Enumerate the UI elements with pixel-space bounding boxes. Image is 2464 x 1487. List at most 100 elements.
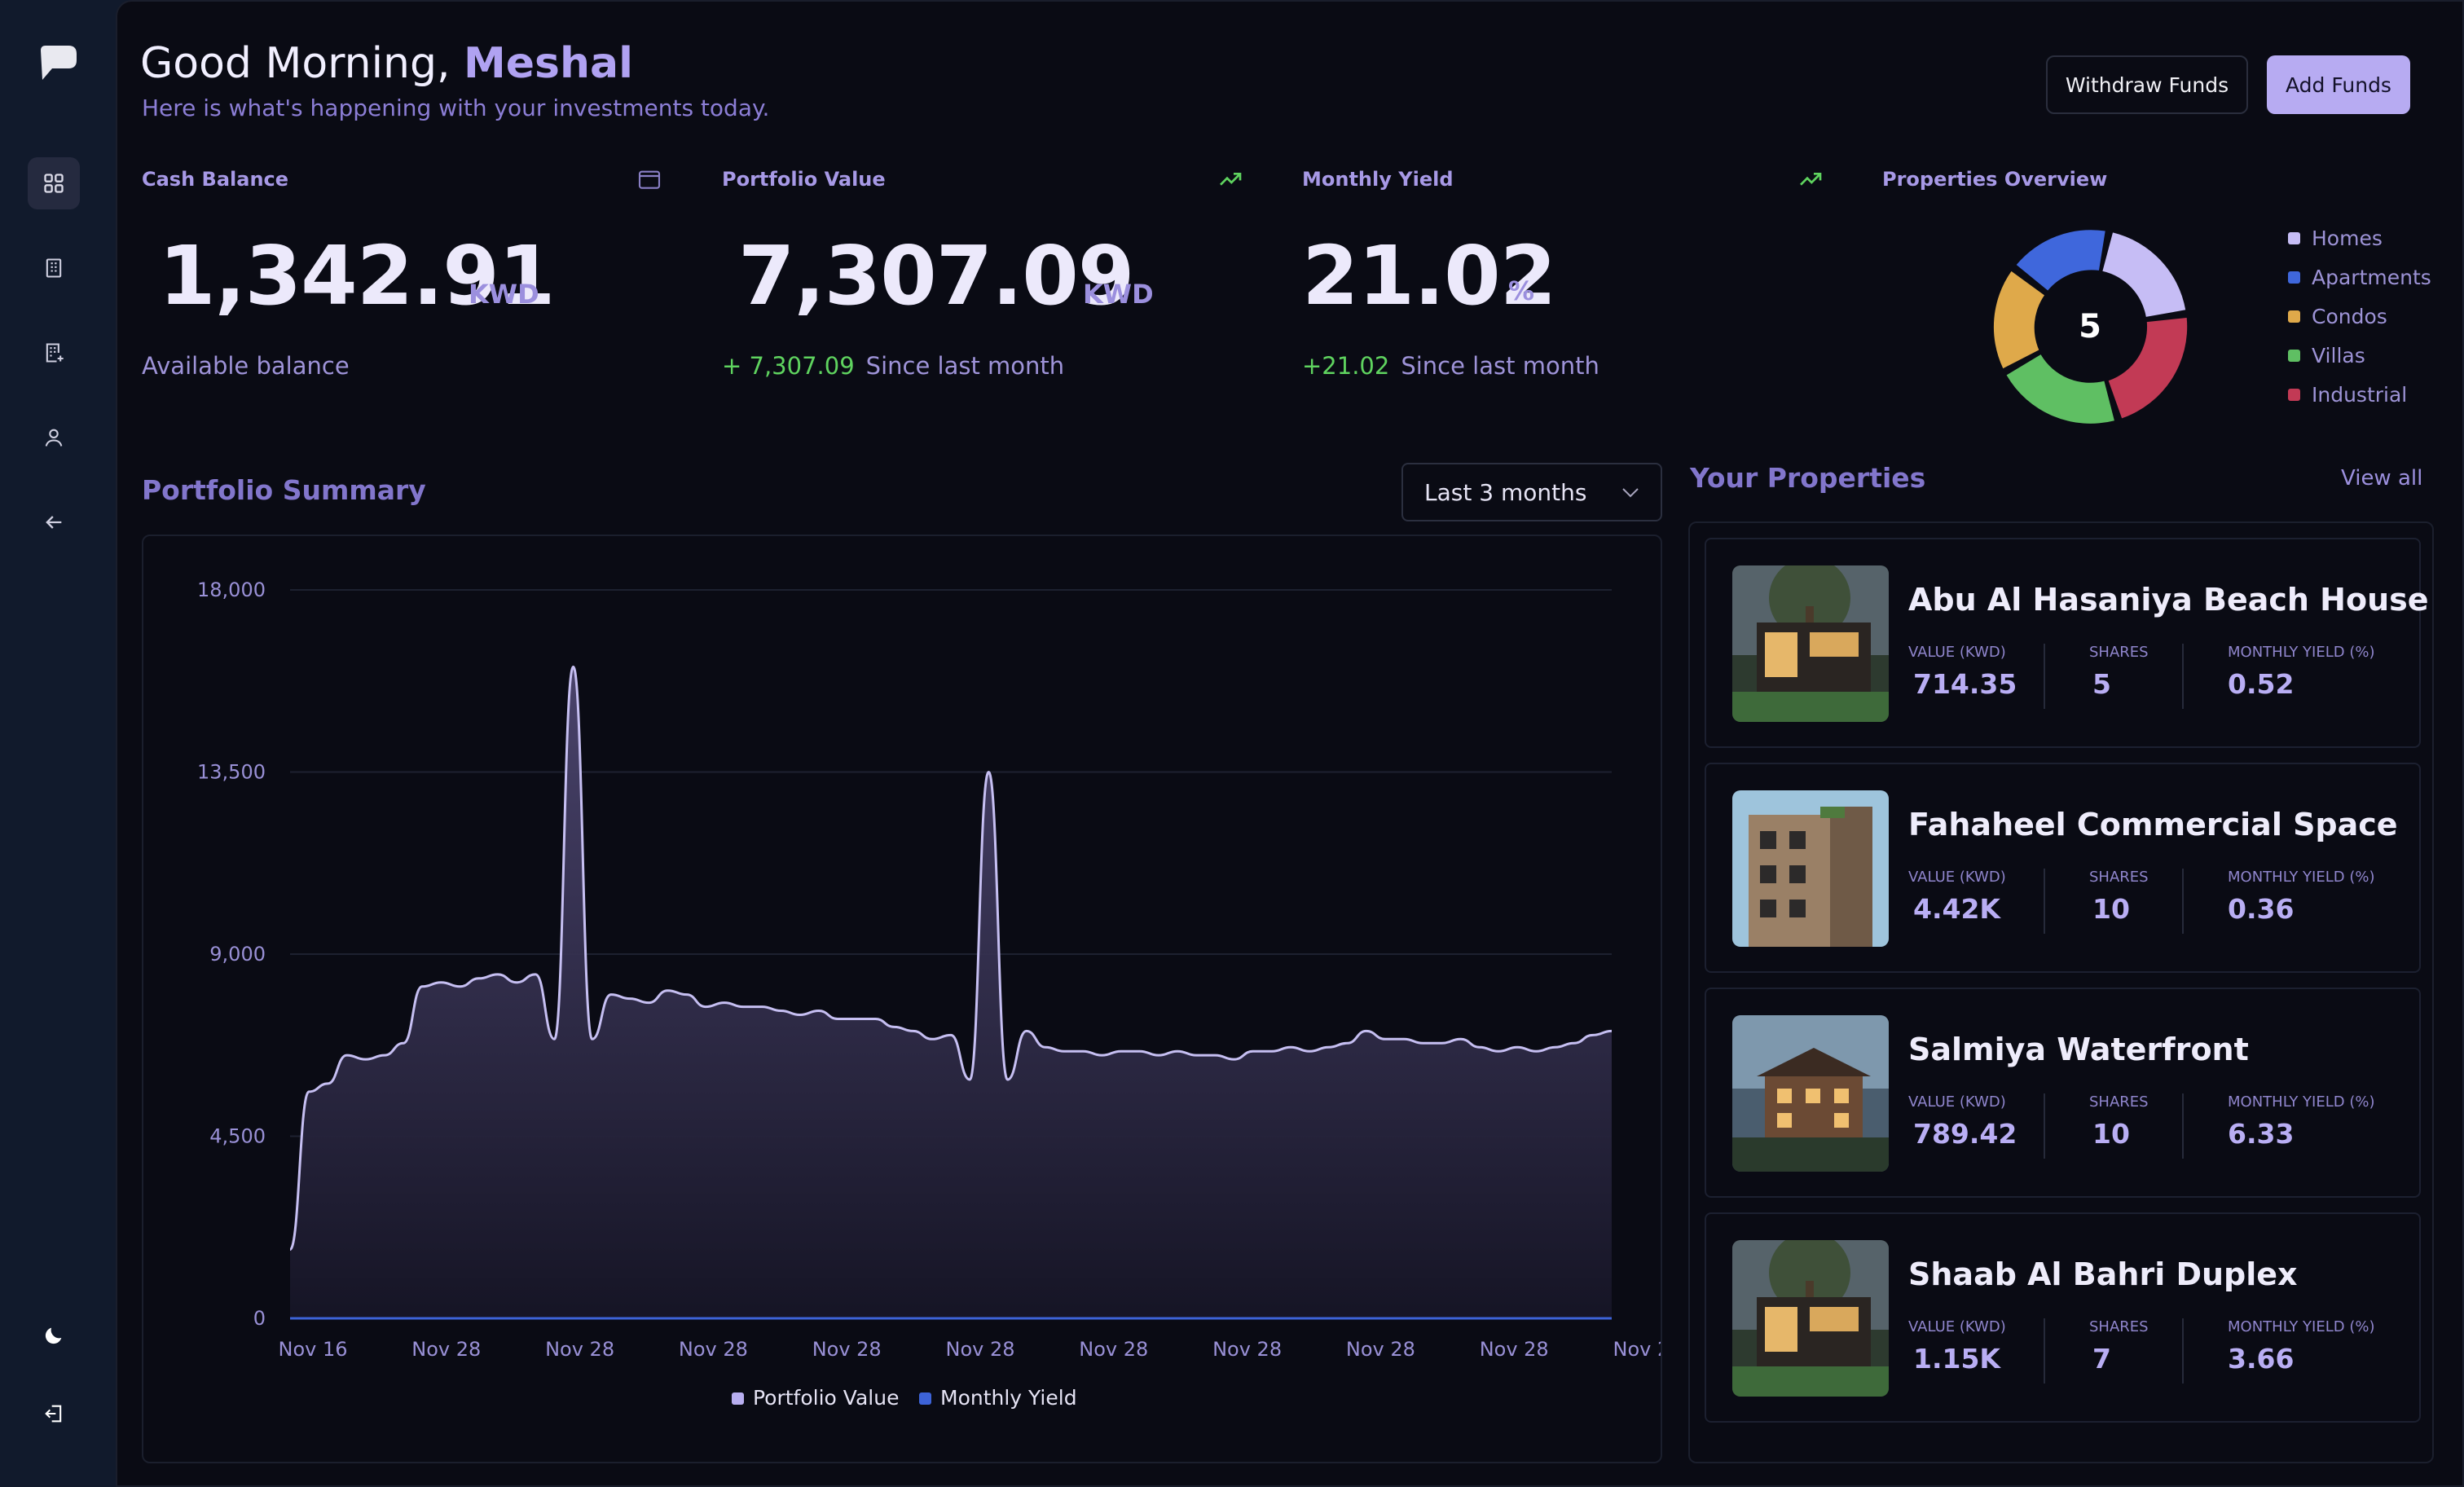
withdraw-funds-button[interactable]: Withdraw Funds xyxy=(2046,55,2248,114)
range-select[interactable]: Last 3 months xyxy=(1401,463,1662,521)
logout-icon xyxy=(45,1405,62,1423)
donut-segment-condos xyxy=(1993,271,2044,369)
divider xyxy=(2182,869,2184,934)
moon-icon xyxy=(45,1327,62,1344)
divider xyxy=(2044,1093,2045,1159)
property-image xyxy=(1732,1015,1889,1172)
nav-profile[interactable] xyxy=(28,411,80,464)
y-tick-label: 18,000 xyxy=(197,579,266,601)
y-tick-label: 0 xyxy=(253,1307,266,1330)
trend-up-icon xyxy=(1220,173,1242,186)
x-tick-label: Nov 28 xyxy=(679,1338,748,1361)
property-name: Salmiya Waterfront xyxy=(1908,1032,2249,1067)
nav-add-property[interactable] xyxy=(28,327,80,379)
property-image xyxy=(1732,1240,1889,1397)
x-tick-label: Nov 16 xyxy=(278,1338,347,1361)
y-tick-label: 4,500 xyxy=(209,1125,266,1148)
property-card[interactable]: Fahaheel Commercial Space VALUE (KWD) 4.42… xyxy=(1705,763,2421,973)
portfolio-value: 7,307.09 xyxy=(738,228,1134,323)
logo-icon[interactable] xyxy=(36,42,81,88)
portfolio-change: + 7,307.09 xyxy=(722,352,855,380)
portfolio-summary-title: Portfolio Summary xyxy=(142,474,426,506)
logout-button[interactable] xyxy=(28,1388,80,1440)
nav-back[interactable] xyxy=(28,496,80,548)
cash-balance-sub: Available balance xyxy=(142,352,350,380)
theme-toggle[interactable] xyxy=(28,1309,80,1362)
properties-list: Abu Al Hasaniya Beach House VALUE (KWD) 7 1… xyxy=(1688,521,2434,1463)
donut-total: 5 xyxy=(2079,308,2101,345)
legend-condos: Condos xyxy=(2288,305,2387,328)
value-label: VALUE (KWD) xyxy=(1908,1318,2006,1335)
divider xyxy=(2182,644,2184,709)
legend-swatch xyxy=(919,1392,931,1405)
property-card[interactable]: Salmiya Waterfront VALUE (KWD) 789.42 SHARE… xyxy=(1705,988,2421,1198)
legend-apartments: Apartments xyxy=(2288,266,2431,289)
y-tick-label: 13,500 xyxy=(197,761,266,784)
shares-label: SHARES xyxy=(2089,644,2149,661)
divider xyxy=(2044,1318,2045,1384)
x-tick-label: Nov 28 xyxy=(411,1338,481,1361)
yield-label: MONTHLY YIELD (%) xyxy=(2228,1318,2375,1335)
user-icon xyxy=(45,429,63,447)
yield-label: MONTHLY YIELD (%) xyxy=(2228,1093,2375,1111)
greeting-text: Good Morning, xyxy=(140,39,451,88)
donut-segment-homes xyxy=(2102,232,2186,317)
divider xyxy=(2182,1318,2184,1384)
portfolio-value-area xyxy=(290,667,1612,1318)
add-building-icon xyxy=(46,343,64,363)
property-name: Abu Al Hasaniya Beach House xyxy=(1908,582,2429,618)
your-properties-title: Your Properties xyxy=(1690,462,1926,494)
shares-label: SHARES xyxy=(2089,1318,2149,1335)
yield-label: MONTHLY YIELD (%) xyxy=(2228,644,2375,661)
trend-up-icon xyxy=(1800,173,1822,186)
portfolio-chart: 18,000 13,500 9,000 4,500 0 Nov 16 Nov 28 Nov … xyxy=(197,579,1661,1410)
property-image xyxy=(1732,565,1889,722)
range-select-value: Last 3 months xyxy=(1424,478,1587,506)
divider xyxy=(2182,1093,2184,1159)
sidebar xyxy=(0,0,116,1487)
portfolio-since: Since last month xyxy=(865,352,1065,380)
add-funds-button[interactable]: Add Funds xyxy=(2267,55,2410,114)
property-shares: 7 xyxy=(2092,1343,2111,1375)
yield-change: +21.02 xyxy=(1302,352,1390,380)
properties-donut-chart: 5 xyxy=(1993,230,2188,424)
donut-segment-apartments xyxy=(2016,230,2105,291)
property-shares: 5 xyxy=(2092,668,2111,700)
property-value: 1.15K xyxy=(1913,1343,2000,1375)
property-shares: 10 xyxy=(2092,893,2130,925)
legend-villas: Villas xyxy=(2288,344,2365,367)
nav-properties[interactable] xyxy=(28,242,80,294)
chevron-down-icon xyxy=(1622,488,1639,498)
greeting-subtitle: Here is what's happening with your inves… xyxy=(142,95,770,121)
property-value: 789.42 xyxy=(1913,1118,2017,1150)
nav-dashboard[interactable] xyxy=(28,157,80,209)
property-yield: 3.66 xyxy=(2228,1343,2295,1375)
x-tick-label: Nov 28 xyxy=(812,1338,882,1361)
legend-swatch xyxy=(732,1392,744,1405)
shares-label: SHARES xyxy=(2089,869,2149,886)
shares-label: SHARES xyxy=(2089,1093,2149,1111)
property-card[interactable]: Shaab Al Bahri Duplex VALUE (KWD) 1.15K SHA… xyxy=(1705,1212,2421,1423)
legend-homes: Homes xyxy=(2288,227,2383,250)
building-icon xyxy=(46,258,62,278)
greeting: Good Morning, Meshal xyxy=(140,39,633,88)
donut-segment-villas xyxy=(2006,354,2114,424)
view-all-link[interactable]: View all xyxy=(2341,466,2422,491)
property-value: 4.42K xyxy=(1913,893,2000,925)
property-card[interactable]: Abu Al Hasaniya Beach House VALUE (KWD) 71… xyxy=(1705,538,2429,748)
x-tick-label: Nov 28 xyxy=(1079,1338,1148,1361)
legend-industrial: Industrial xyxy=(2288,383,2407,407)
property-yield: 0.52 xyxy=(2228,668,2295,700)
legend-label[interactable]: Portfolio Value xyxy=(753,1386,899,1410)
portfolio-value-unit: KWD xyxy=(1083,279,1154,310)
x-tick-label: Nov 28 xyxy=(1480,1338,1549,1361)
property-yield: 0.36 xyxy=(2228,893,2295,925)
dashboard-icon xyxy=(44,174,64,193)
legend-label[interactable]: Monthly Yield xyxy=(940,1386,1077,1410)
portfolio-value-sub: + 7,307.09 Since last month xyxy=(722,352,1064,380)
value-label: VALUE (KWD) xyxy=(1908,644,2006,661)
property-shares: 10 xyxy=(2092,1118,2130,1150)
property-name: Fahaheel Commercial Space xyxy=(1908,807,2398,842)
property-image xyxy=(1732,790,1889,947)
property-yield: 6.33 xyxy=(2228,1118,2295,1150)
